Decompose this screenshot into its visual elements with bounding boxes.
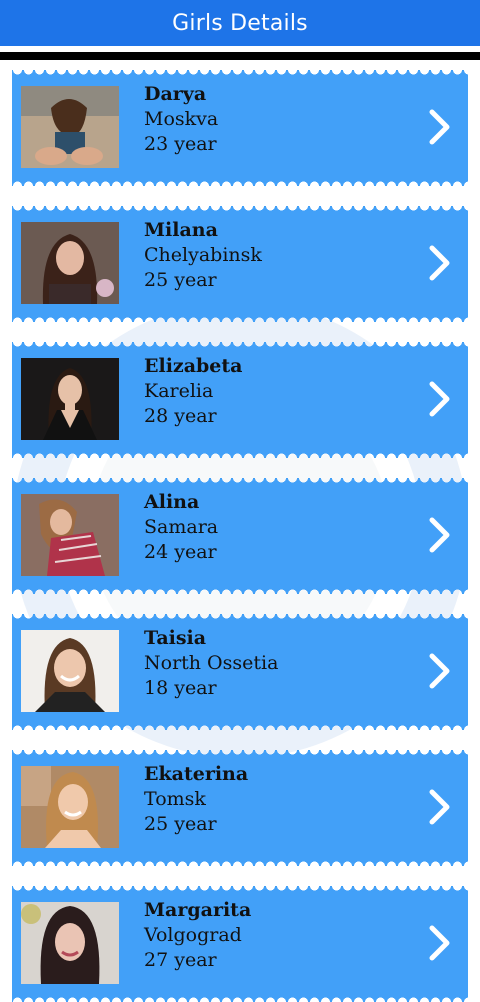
profile-photo [21,358,119,440]
profile-city: Moskva [144,108,219,130]
profile-age: 23 year [144,133,217,155]
profile-city: Volgograd [144,924,242,946]
profile-age: 27 year [144,949,217,971]
profile-age: 25 year [144,269,217,291]
profile-card[interactable]: Taisia North Ossetia 18 year [12,614,468,730]
profile-photo [21,630,119,712]
profile-age: 25 year [144,813,217,835]
profile-city: North Ossetia [144,652,279,674]
app-bar: Girls Details [0,0,480,46]
profile-age: 28 year [144,405,217,427]
profile-name: Darya [144,83,207,105]
profile-name: Milana [144,219,218,241]
profile-name: Margarita [144,899,252,921]
profile-city: Karelia [144,380,214,402]
profile-photo [21,494,119,576]
profile-name: Alina [144,491,200,513]
profile-name: Elizabeta [144,355,243,377]
profile-age: 24 year [144,541,217,563]
profile-city: Chelyabinsk [144,244,262,266]
chevron-right-icon[interactable] [428,788,452,826]
profile-city: Samara [144,516,219,538]
chevron-right-icon[interactable] [428,652,452,690]
chevron-right-icon[interactable] [428,516,452,554]
profile-name: Taisia [144,627,207,649]
profile-card[interactable]: Elizabeta Karelia 28 year [12,342,468,458]
page-title: Girls Details [172,10,308,36]
header-divider [0,52,480,60]
profile-card[interactable]: Alina Samara 24 year [12,478,468,594]
profile-photo [21,222,119,304]
profile-card[interactable]: Ekaterina Tomsk 25 year [12,750,468,866]
profile-name: Ekaterina [144,763,249,785]
chevron-right-icon[interactable] [428,108,452,146]
profile-photo [21,86,119,168]
profile-photo [21,902,119,984]
profile-card[interactable]: Darya Moskva 23 year [12,70,468,186]
profile-card[interactable]: Milana Chelyabinsk 25 year [12,206,468,322]
profile-city: Tomsk [144,788,206,810]
profile-age: 18 year [144,677,217,699]
chevron-right-icon[interactable] [428,244,452,282]
profile-card[interactable]: Margarita Volgograd 27 year [12,886,468,1002]
chevron-right-icon[interactable] [428,924,452,962]
chevron-right-icon[interactable] [428,380,452,418]
profile-photo [21,766,119,848]
